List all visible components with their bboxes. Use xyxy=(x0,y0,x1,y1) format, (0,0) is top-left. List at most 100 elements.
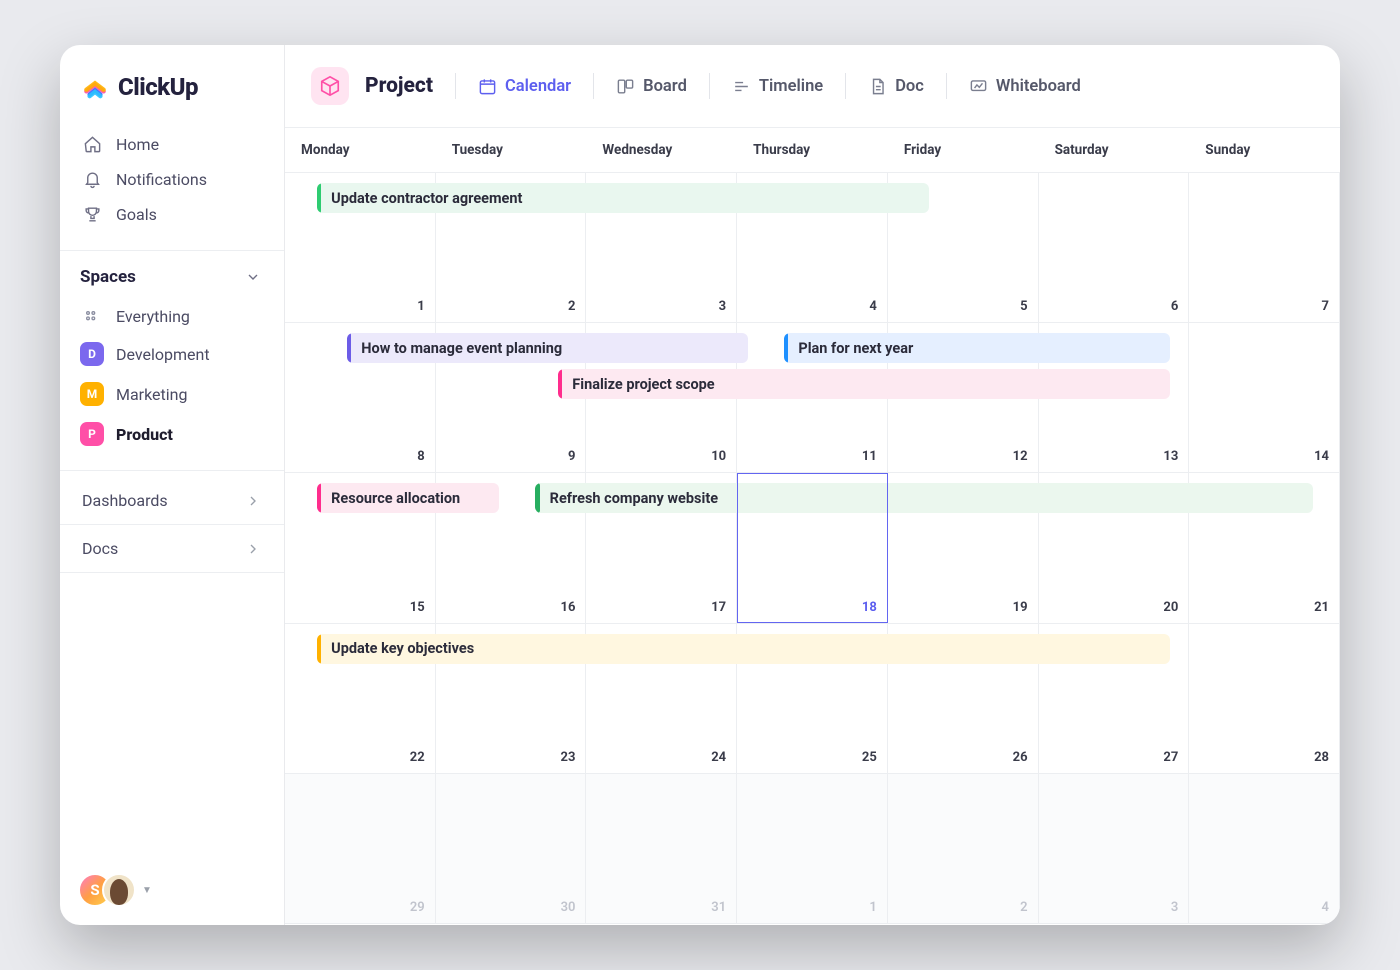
calendar-cell[interactable]: 6 xyxy=(1039,173,1190,322)
main-panel: Project Calendar Board Timeline Doc xyxy=(285,45,1340,925)
calendar-cell[interactable]: 14 xyxy=(1189,323,1340,472)
view-label: Doc xyxy=(895,77,924,96)
space-label: Product xyxy=(116,425,173,444)
calendar-cell[interactable]: 30 xyxy=(436,774,587,923)
divider xyxy=(60,572,284,573)
day-number: 10 xyxy=(711,449,726,464)
day-number: 6 xyxy=(1171,299,1178,314)
nav-dashboards[interactable]: Dashboards xyxy=(60,477,284,524)
calendar-cell[interactable]: 3 xyxy=(1039,774,1190,923)
calendar-cell[interactable]: 1 xyxy=(737,774,888,923)
brand-logo[interactable]: ClickUp xyxy=(60,45,284,123)
day-header: Saturday xyxy=(1039,128,1190,172)
space-chip: M xyxy=(80,382,104,406)
nav-label: Goals xyxy=(116,205,157,224)
trophy-icon xyxy=(82,205,102,224)
spaces-header-label: Spaces xyxy=(80,267,136,287)
day-number: 2 xyxy=(1020,900,1027,915)
day-number: 31 xyxy=(711,900,726,915)
calendar-cell[interactable]: 7 xyxy=(1189,173,1340,322)
space-product[interactable]: P Product xyxy=(70,414,274,454)
day-number: 2 xyxy=(568,299,575,314)
nav-docs[interactable]: Docs xyxy=(60,525,284,572)
user-avatars[interactable]: S ▼ xyxy=(78,873,152,907)
calendar-event[interactable]: Refresh company website xyxy=(535,483,1313,513)
day-number: 13 xyxy=(1163,449,1178,464)
day-number: 15 xyxy=(410,600,425,615)
day-number: 29 xyxy=(410,900,425,915)
space-chip: D xyxy=(80,342,104,366)
day-number: 23 xyxy=(561,750,576,765)
day-number: 7 xyxy=(1322,299,1329,314)
day-number: 11 xyxy=(862,449,877,464)
calendar-body: 1234567Update contractor agreement891011… xyxy=(285,173,1340,924)
nav-home[interactable]: Home xyxy=(70,127,274,162)
space-development[interactable]: D Development xyxy=(70,334,274,374)
nav-label: Dashboards xyxy=(82,491,168,510)
calendar-row: 891011121314How to manage event planning… xyxy=(285,323,1340,473)
spaces-header[interactable]: Spaces xyxy=(60,251,284,299)
divider xyxy=(709,73,710,99)
calendar-cell[interactable]: 2 xyxy=(888,774,1039,923)
event-label: Plan for next year xyxy=(798,340,913,357)
nav-label: Notifications xyxy=(116,170,207,189)
day-header: Sunday xyxy=(1189,128,1340,172)
calendar-event[interactable]: Update key objectives xyxy=(317,634,1170,664)
day-number: 12 xyxy=(1013,449,1028,464)
event-label: How to manage event planning xyxy=(361,340,562,357)
calendar-event[interactable]: Update contractor agreement xyxy=(317,183,929,213)
calendar-event[interactable]: Resource allocation xyxy=(317,483,499,513)
view-tab-timeline[interactable]: Timeline xyxy=(722,71,833,102)
chevron-right-icon xyxy=(244,540,262,558)
day-number: 26 xyxy=(1013,750,1028,765)
view-tab-board[interactable]: Board xyxy=(606,71,697,102)
board-icon xyxy=(616,77,635,96)
space-label: Development xyxy=(116,345,210,364)
space-everything[interactable]: Everything xyxy=(70,299,274,334)
view-tab-calendar[interactable]: Calendar xyxy=(468,71,581,102)
calendar-row: 29 30 31 1 23 4 xyxy=(285,774,1340,924)
calendar-cell[interactable]: 31 xyxy=(586,774,737,923)
day-header: Tuesday xyxy=(436,128,587,172)
sidebar: ClickUp Home Notifications Goals xyxy=(60,45,285,925)
project-title: Project xyxy=(365,74,433,98)
event-color-bar xyxy=(317,183,322,213)
day-number: 14 xyxy=(1314,449,1329,464)
space-marketing[interactable]: M Marketing xyxy=(70,374,274,414)
calendar-day-headers: Monday Tuesday Wednesday Thursday Friday… xyxy=(285,128,1340,173)
view-tab-doc[interactable]: Doc xyxy=(858,71,934,102)
divider xyxy=(593,73,594,99)
day-number: 30 xyxy=(561,900,576,915)
nav-goals[interactable]: Goals xyxy=(70,197,274,232)
day-header: Thursday xyxy=(737,128,888,172)
calendar-icon xyxy=(478,77,497,96)
day-number: 25 xyxy=(862,750,877,765)
calendar-cell[interactable]: 28 xyxy=(1189,624,1340,773)
day-number: 9 xyxy=(568,449,575,464)
app-window: ClickUp Home Notifications Goals xyxy=(60,45,1340,925)
day-number: 4 xyxy=(1322,900,1329,915)
project-icon xyxy=(311,67,349,105)
nav-list: Home Notifications Goals xyxy=(60,123,284,250)
calendar-cell[interactable]: 29 xyxy=(285,774,436,923)
divider xyxy=(455,73,456,99)
calendar-cell[interactable]: 4 xyxy=(1189,774,1340,923)
day-number: 27 xyxy=(1163,750,1178,765)
view-header: Project Calendar Board Timeline Doc xyxy=(285,45,1340,128)
chevron-down-icon xyxy=(244,268,262,286)
divider xyxy=(946,73,947,99)
avatar xyxy=(102,873,136,907)
calendar-event[interactable]: How to manage event planning xyxy=(347,333,748,363)
calendar-event[interactable]: Finalize project scope xyxy=(558,369,1170,399)
view-label: Timeline xyxy=(759,77,823,96)
space-label: Marketing xyxy=(116,385,187,404)
day-number: 24 xyxy=(711,750,726,765)
day-number: 1 xyxy=(417,299,424,314)
view-tab-whiteboard[interactable]: Whiteboard xyxy=(959,71,1091,102)
day-header: Wednesday xyxy=(586,128,737,172)
nav-notifications[interactable]: Notifications xyxy=(70,162,274,197)
calendar-row: 15161718192021Resource allocationRefresh… xyxy=(285,473,1340,623)
doc-icon xyxy=(868,77,887,96)
day-number: 22 xyxy=(410,750,425,765)
calendar-event[interactable]: Plan for next year xyxy=(784,333,1170,363)
